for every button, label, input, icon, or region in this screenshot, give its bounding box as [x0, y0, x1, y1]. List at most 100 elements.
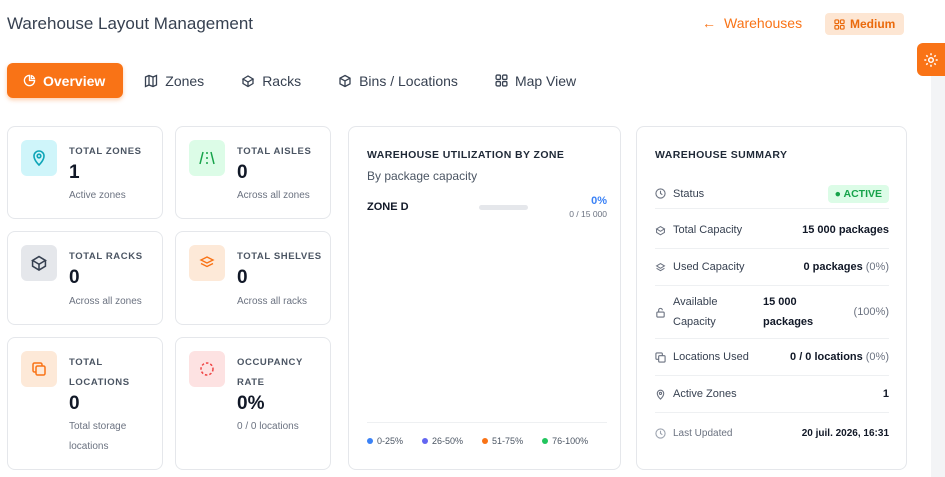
- copy-icon: [655, 351, 666, 363]
- pie-chart-icon: [23, 74, 36, 87]
- legend-item: 26-50%: [422, 436, 463, 446]
- summary-value: 0 / 0 locations (0%): [790, 351, 889, 363]
- summary-percent: (100%): [853, 306, 889, 318]
- stat-value: 0: [69, 393, 80, 414]
- utilization-legend: 0-25% 26-50% 51-75% 76-100%: [367, 436, 588, 446]
- legend-dot: [542, 438, 549, 444]
- tab-map-view[interactable]: Map View: [479, 63, 592, 98]
- panel-subtitle: By package capacity: [367, 169, 478, 183]
- stat-subtext: Across all racks: [237, 296, 308, 307]
- summary-label: Total Capacity: [673, 224, 743, 236]
- back-to-warehouses-link[interactable]: ← Warehouses: [702, 15, 802, 31]
- arrow-left-icon: ←: [702, 15, 716, 31]
- box-icon: [241, 74, 255, 87]
- legend-item: 0-25%: [367, 436, 403, 446]
- layers-icon: [189, 245, 225, 281]
- summary-value-text: 0 packages: [803, 261, 863, 273]
- box-icon: [655, 225, 666, 235]
- map-pin-icon: [21, 140, 57, 176]
- summary-percent: (0%): [865, 351, 889, 363]
- summary-label: Last Updated: [673, 427, 733, 439]
- stat-label: OCCUPANCY RATE: [237, 357, 303, 388]
- legend-item: 51-75%: [482, 436, 523, 446]
- summary-value: 15 000 packages: [763, 292, 823, 332]
- grid-icon: [834, 18, 845, 30]
- stat-card-total-aisles: TOTAL AISLES 0 Across all zones: [175, 126, 331, 219]
- summary-row-active-zones: Active Zones 1: [655, 376, 889, 413]
- box-icon: [21, 245, 57, 281]
- summary-row-last-updated: Last Updated 20 juil. 2026, 16:31: [655, 415, 889, 451]
- legend-divider: [367, 422, 607, 423]
- summary-label-line: Capacity: [673, 316, 716, 328]
- stat-card-occupancy-rate: OCCUPANCY RATE 0% 0 / 0 locations: [175, 337, 331, 470]
- stat-value: 0%: [237, 393, 265, 414]
- summary-value-text: 0 / 0 locations: [790, 351, 863, 363]
- back-link-label: Warehouses: [724, 15, 803, 31]
- summary-row-used-capacity: Used Capacity 0 packages (0%): [655, 249, 889, 286]
- stat-card-total-shelves: TOTAL SHELVES 0 Across all racks: [175, 231, 331, 325]
- stat-label: TOTAL AISLES: [237, 146, 312, 157]
- grid-icon: [495, 74, 508, 87]
- panel-title: WAREHOUSE SUMMARY: [655, 149, 788, 161]
- stat-value: 0: [237, 162, 248, 183]
- summary-label: Active Zones: [673, 388, 737, 400]
- scrollbar-track[interactable]: [931, 76, 945, 477]
- copy-icon: [21, 351, 57, 387]
- warehouse-page: Warehouse Layout Management ← Warehouses…: [0, 0, 945, 477]
- legend-dot: [422, 438, 429, 444]
- lock-open-icon: [656, 307, 665, 318]
- box-open-icon: [655, 262, 666, 271]
- summary-value-line: packages: [763, 316, 814, 328]
- tab-bar: Overview Zones Racks Bins / Locations Ma…: [7, 63, 597, 98]
- page-title: Warehouse Layout Management: [7, 14, 254, 33]
- status-badge: ● ACTIVE: [827, 184, 889, 203]
- legend-dot: [482, 438, 489, 444]
- tab-label: Overview: [43, 72, 106, 89]
- tab-racks[interactable]: Racks: [225, 63, 317, 98]
- summary-label: Locations Used: [673, 351, 749, 363]
- legend-item: 76-100%: [542, 436, 588, 446]
- stat-subtext: Total storage locations: [69, 421, 127, 452]
- stat-value: 0: [237, 267, 248, 288]
- size-badge-label: Medium: [850, 17, 896, 31]
- summary-value: 20 juil. 2026, 16:31: [801, 427, 889, 439]
- legend-label: 76-100%: [552, 436, 589, 446]
- summary-row-locations-used: Locations Used 0 / 0 locations (0%): [655, 339, 889, 376]
- utilization-panel: WAREHOUSE UTILIZATION BY ZONE By package…: [348, 126, 621, 470]
- tab-overview[interactable]: Overview: [7, 63, 124, 98]
- legend-dot: [367, 438, 373, 444]
- summary-row-status: Status ● ACTIVE: [655, 179, 889, 209]
- stat-subtext: 0 / 0 locations: [237, 421, 299, 432]
- map-icon: [145, 74, 158, 87]
- zone-progress-bar: [479, 205, 528, 210]
- loader-circle-icon: [189, 351, 225, 387]
- summary-value-line: 15 000: [763, 296, 797, 308]
- legend-label: 26-50%: [432, 436, 464, 446]
- stat-card-total-locations: TOTAL LOCATIONS 0 Total storage location…: [7, 337, 163, 470]
- tab-zones[interactable]: Zones: [128, 63, 220, 98]
- stat-card-total-zones: TOTAL ZONES 1 Active zones: [7, 126, 163, 219]
- gear-icon: [924, 52, 938, 67]
- summary-value: 0 packages (0%): [803, 261, 889, 273]
- tab-label: Map View: [514, 72, 577, 89]
- summary-label: Available Capacity: [673, 292, 733, 332]
- summary-label-line: Available: [673, 296, 718, 308]
- tab-bins-locations[interactable]: Bins / Locations: [322, 63, 474, 98]
- legend-label: 51-75%: [492, 436, 524, 446]
- summary-label: Status: [673, 187, 705, 200]
- stat-label: TOTAL RACKS: [69, 251, 143, 262]
- panel-title: WAREHOUSE UTILIZATION BY ZONE: [367, 149, 565, 161]
- road-icon: [189, 140, 225, 176]
- summary-value: 15 000 packages: [802, 224, 889, 236]
- stat-card-total-racks: TOTAL RACKS 0 Across all zones: [7, 231, 163, 325]
- tab-label: Bins / Locations: [359, 72, 458, 89]
- stat-value: 0: [69, 267, 80, 288]
- tab-label: Zones: [165, 72, 205, 89]
- summary-row-available-capacity: Available Capacity 15 000 packages (100%): [655, 286, 889, 339]
- warehouse-summary-panel: WAREHOUSE SUMMARY Status ● ACTIVE Total …: [636, 126, 907, 470]
- zone-capacity: 0 / 15 000: [569, 209, 607, 219]
- tab-label: Racks: [262, 72, 302, 89]
- summary-percent: (0%): [865, 261, 889, 273]
- clock-icon: [655, 188, 666, 199]
- settings-button[interactable]: [917, 43, 945, 76]
